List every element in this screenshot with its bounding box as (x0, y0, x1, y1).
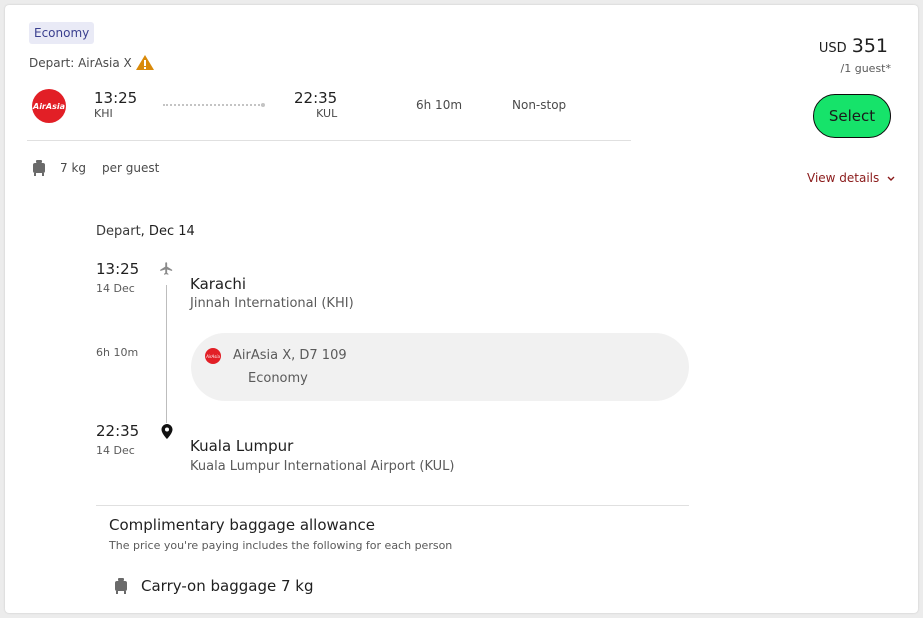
summary-divider (27, 140, 631, 141)
arrival-block: 22:35 KUL (294, 89, 337, 120)
details-header-date: , Dec 14 (140, 224, 195, 239)
price: USD 351 (819, 35, 888, 57)
allowance-item-label: Carry-on baggage 7 kg (141, 577, 314, 595)
departure-time: 13:25 (94, 89, 138, 107)
route-dotted-line (163, 103, 265, 107)
allowance-title: Complimentary baggage allowance (109, 516, 375, 534)
detail-departure-date: 14 Dec (96, 282, 135, 295)
details-header: Depart, Dec 14 (96, 224, 195, 239)
airline-logo-text: AirAsia (33, 101, 65, 111)
flight-duration: 6h 10m (416, 98, 463, 112)
depart-airline-line: Depart: AirAsia X (29, 54, 155, 71)
view-details-label: View details (807, 171, 880, 185)
segment-airline-logo-text: AirAsia (206, 353, 220, 359)
details-header-prefix: Depart (96, 224, 141, 239)
allowance-divider (96, 505, 689, 506)
timeline-line (166, 285, 167, 423)
segment-airline-logo: AirAsia (205, 348, 221, 364)
detail-departure-city: Karachi (190, 275, 247, 293)
segment-flight: AirAsia X, D7 109 (233, 348, 347, 363)
departure-code: KHI (94, 107, 113, 120)
warning-icon (135, 54, 155, 71)
select-button[interactable]: Select (813, 94, 891, 138)
detail-departure-time: 13:25 (96, 260, 140, 278)
carry-on-bag-icon (114, 578, 128, 594)
chevron-down-icon (887, 171, 895, 185)
carry-on-bag-icon (32, 160, 46, 176)
allowance-item: Carry-on baggage 7 kg (114, 577, 313, 595)
plane-icon (159, 261, 174, 280)
cabin-badge: Economy (29, 22, 95, 44)
arrival-time: 22:35 (294, 89, 338, 107)
arrival-code: KUL (316, 107, 338, 120)
segment-class: Economy (248, 371, 308, 386)
allowance-subtitle: The price you're paying includes the fol… (109, 539, 453, 552)
route-end-dot (261, 103, 265, 107)
detail-arrival-city: Kuala Lumpur (190, 437, 294, 455)
detail-duration: 6h 10m (96, 346, 139, 359)
segment-card (191, 333, 689, 401)
detail-arrival-time: 22:35 (96, 422, 140, 440)
price-currency: USD (818, 41, 847, 56)
price-amount: 351 (851, 35, 888, 57)
view-details-link[interactable]: View details (807, 171, 895, 185)
airline-logo: AirAsia (32, 89, 66, 123)
flight-card: Economy Depart: AirAsia X AirAsia 13:25 … (5, 5, 918, 613)
location-pin-icon (161, 424, 173, 443)
baggage-weight: 7 kg (60, 161, 87, 175)
baggage-per-guest: per guest (102, 161, 160, 175)
depart-airline-label: Depart: AirAsia X (29, 55, 132, 70)
flight-stops: Non-stop (512, 98, 567, 112)
detail-departure-airport: Jinnah International (KHI) (190, 296, 354, 311)
baggage-summary: 7 kg per guest (32, 160, 159, 176)
detail-arrival-airport: Kuala Lumpur International Airport (KUL) (190, 459, 455, 474)
detail-arrival-date: 14 Dec (96, 444, 135, 457)
price-per-guest: /1 guest* (840, 62, 891, 75)
departure-block: 13:25 KHI (94, 89, 137, 120)
